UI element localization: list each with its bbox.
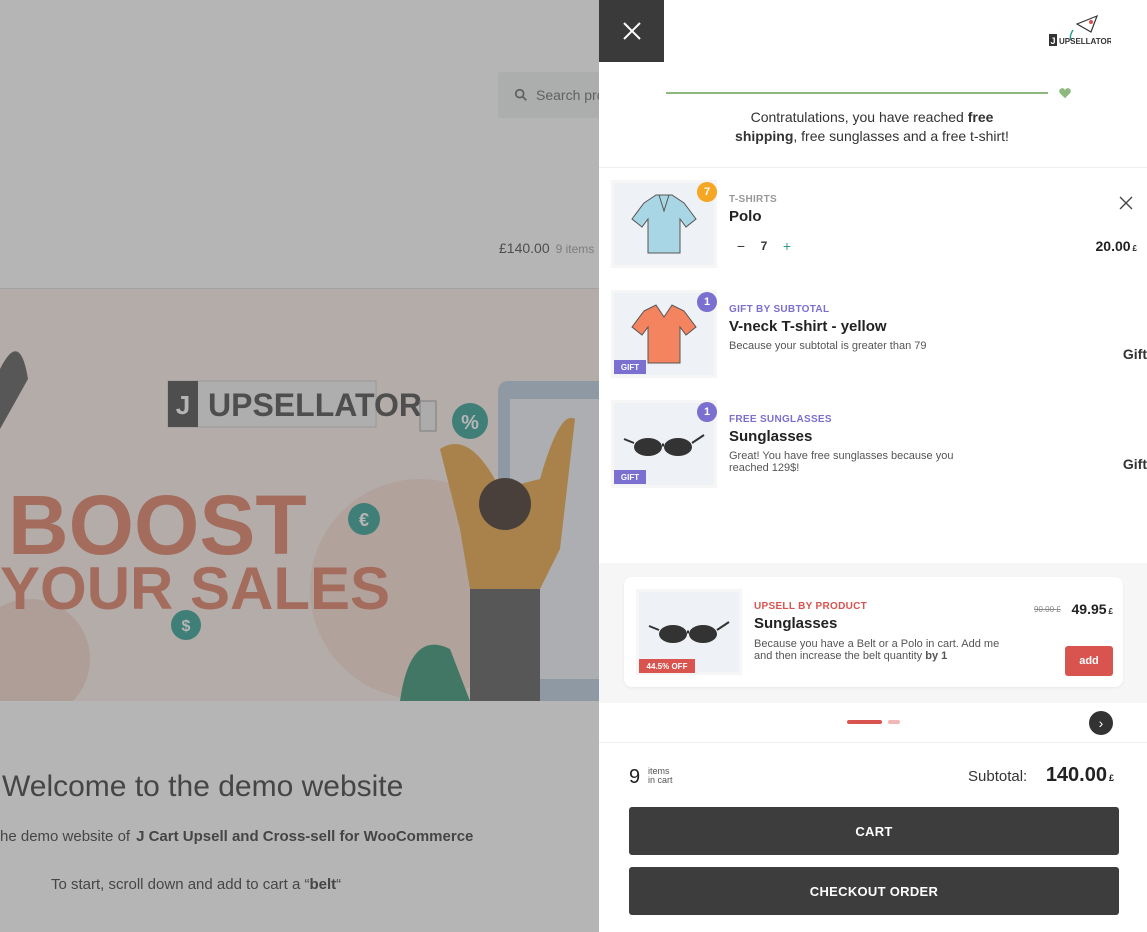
- upsell-category: UPSELL BY PRODUCT: [754, 601, 868, 612]
- carousel-dot-1[interactable]: [847, 720, 882, 724]
- item-price: 20.00 £: [1096, 238, 1138, 254]
- subtotal-currency: £: [1108, 773, 1114, 783]
- cart-item-polo: 7 T-SHIRTS Polo − 7 + 20.00 £: [611, 180, 1139, 278]
- qty-minus-button[interactable]: −: [733, 238, 749, 254]
- close-drawer-button[interactable]: [599, 0, 664, 62]
- logo-text: UPSELLATOR: [1059, 37, 1111, 46]
- item-price-currency: £: [1132, 244, 1137, 253]
- upsell-card: 44.5% OFF UPSELL BY PRODUCT Sunglasses B…: [624, 577, 1123, 687]
- subtotal-value: 140.00 £: [1046, 764, 1114, 787]
- gift-label: Gift: [1122, 346, 1147, 362]
- cart-count-label: items in cart: [648, 767, 673, 785]
- congrats-message: Contratulations, you have reached free s…: [719, 108, 1025, 146]
- gift-tag: GIFT: [614, 360, 646, 374]
- sale-price: 49.95 £: [1072, 601, 1114, 617]
- quantity-stepper: − 7 +: [733, 238, 795, 254]
- gift-tag: GIFT: [614, 470, 646, 484]
- item-title[interactable]: Polo: [729, 208, 762, 225]
- upsellator-logo: J UPSELLATOR: [1049, 14, 1111, 46]
- close-icon: [622, 22, 641, 40]
- cart-item-vneck: GIFT 1 GIFT BY SUBTOTAL V-neck T-shirt -…: [611, 290, 1147, 388]
- shipping-progress-bar: [666, 92, 1048, 94]
- item-title[interactable]: V-neck T-shirt - yellow: [729, 318, 887, 335]
- page-overlay[interactable]: [0, 0, 600, 932]
- checkout-button[interactable]: CHECKOUT ORDER: [629, 867, 1119, 915]
- divider: [599, 742, 1147, 743]
- congrats-part1: Contratulations, you have reached: [750, 109, 968, 125]
- item-description: Because your subtotal is greater than 79: [729, 340, 927, 352]
- congrats-part2: , free sunglasses and a free t-shirt!: [793, 128, 1009, 144]
- cart-item-sunglasses: GIFT 1 FREE SUNGLASSES Sunglasses Great!…: [611, 400, 1147, 498]
- item-description: Great! You have free sunglasses because …: [729, 450, 954, 474]
- qty-value[interactable]: 7: [749, 239, 779, 253]
- item-title[interactable]: Sunglasses: [729, 428, 812, 445]
- logo-letter: J: [1050, 36, 1055, 46]
- cart-button[interactable]: CART: [629, 807, 1119, 855]
- count-label-line2: in cart: [648, 775, 673, 785]
- upsell-desc-bold: by 1: [925, 650, 948, 662]
- subtotal-label: Subtotal:: [968, 768, 1028, 785]
- gift-label: Gift: [1122, 456, 1147, 472]
- item-category: FREE SUNGLASSES: [729, 414, 832, 425]
- add-upsell-button[interactable]: add: [1065, 646, 1113, 676]
- carousel-dots: [847, 720, 900, 724]
- carousel-next-button[interactable]: ›: [1089, 711, 1113, 735]
- old-price: 90.00 £: [1034, 605, 1061, 614]
- carousel-dot-2[interactable]: [888, 720, 900, 724]
- upsell-description: Because you have a Belt or a Polo in car…: [754, 638, 1004, 662]
- item-category: T-SHIRTS: [729, 194, 777, 205]
- quantity-badge: 1: [697, 402, 717, 422]
- divider: [599, 167, 1147, 168]
- upsell-title[interactable]: Sunglasses: [754, 615, 837, 632]
- quantity-badge: 7: [697, 182, 717, 202]
- old-price-value: 90.00: [1034, 605, 1055, 614]
- quantity-badge: 1: [697, 292, 717, 312]
- item-category: GIFT BY SUBTOTAL: [729, 304, 830, 315]
- subtotal-amount: 140.00: [1045, 764, 1107, 786]
- sale-price-value: 49.95: [1071, 601, 1107, 617]
- heart-icon: [1059, 88, 1071, 99]
- qty-plus-button[interactable]: +: [779, 238, 795, 254]
- cart-drawer: J UPSELLATOR Contratulations, you have r…: [599, 0, 1147, 932]
- item-price-value: 20.00: [1095, 238, 1131, 254]
- cart-count: 9: [629, 766, 641, 788]
- discount-tag: 44.5% OFF: [639, 659, 695, 673]
- upsell-desc-text: Because you have a Belt or a Polo in car…: [754, 638, 1000, 662]
- sale-price-currency: £: [1108, 607, 1113, 616]
- old-price-currency: £: [1056, 605, 1061, 614]
- remove-item-icon[interactable]: [1119, 196, 1133, 210]
